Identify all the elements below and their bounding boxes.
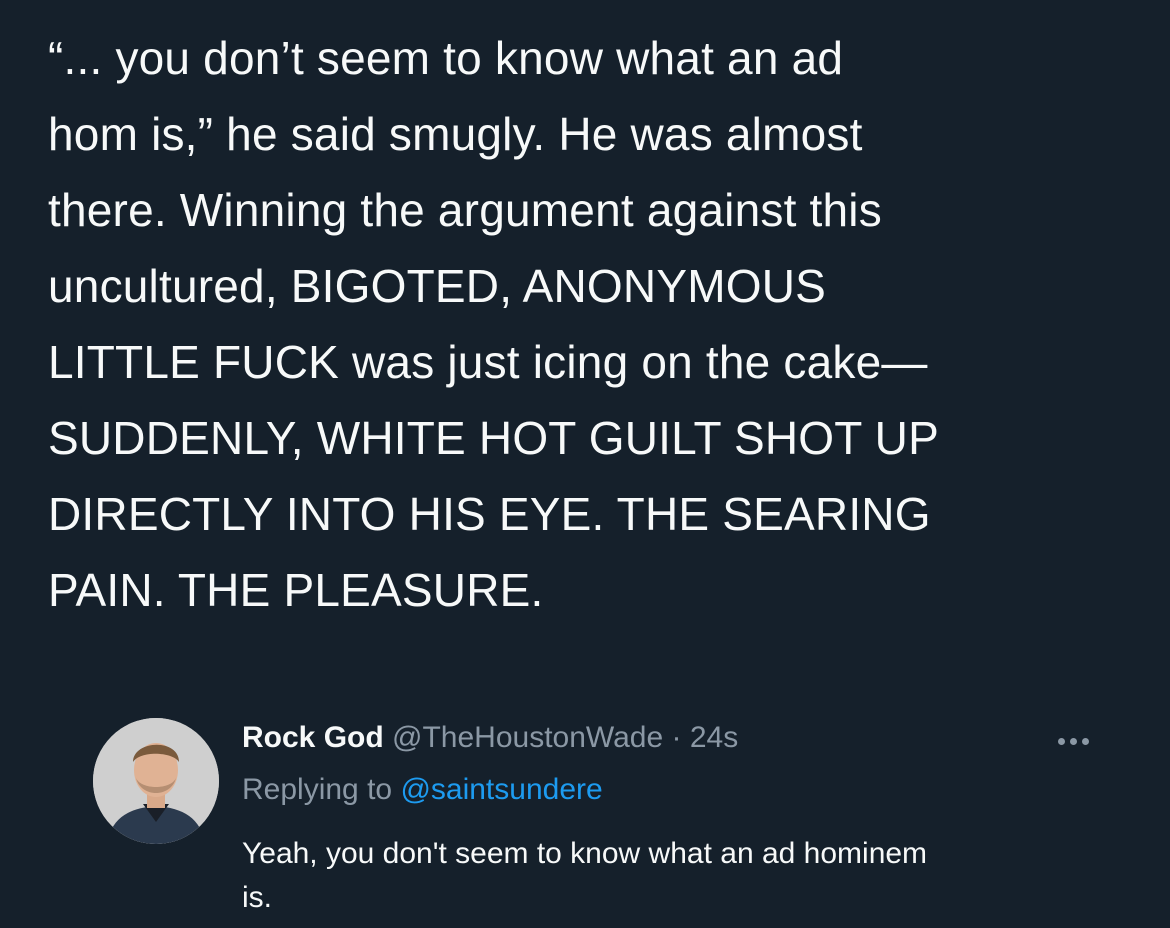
quoted-tweet-text: “... you don’t seem to know what an ad h… [48,20,1138,628]
more-horizontal-icon [1070,738,1077,745]
user-handle[interactable]: @TheHoustonWade [392,721,663,754]
reply-tweet[interactable]: Rock God @TheHoustonWade · 24s Replying … [0,700,1170,928]
replying-label: Replying to [242,773,393,806]
tweet-text-line: “... you don’t seem to know what an ad [48,32,844,84]
tweet-text-line: hom is,” he said smugly. He was almost [48,108,863,160]
replying-to: Replying to @saintsundere [242,770,603,810]
tweet-text-line: uncultured, BIGOTED, ANONYMOUS [48,260,827,312]
tweet-text-line: DIRECTLY INTO HIS EYE. THE SEARING [48,488,931,540]
separator-dot: · [671,721,682,754]
more-options-button[interactable] [1058,732,1102,745]
more-horizontal-icon [1058,738,1065,745]
reply-text: Yeah, you don't seem to know what an ad … [242,832,1122,920]
reply-header: Rock God @TheHoustonWade · 24s [242,718,738,758]
display-name[interactable]: Rock God [242,721,384,754]
tweet-text-line: SUDDENLY, WHITE HOT GUILT SHOT UP [48,412,939,464]
mention-link[interactable]: @saintsundere [400,773,602,806]
tweet-text-line: LITTLE FUCK was just icing on the cake— [48,336,928,388]
avatar[interactable] [93,718,219,844]
reply-text-line: is. [242,881,272,914]
timestamp[interactable]: 24s [690,721,738,754]
more-horizontal-icon [1082,738,1089,745]
tweet-text-line: PAIN. THE PLEASURE. [48,564,544,616]
profile-photo-icon [93,718,219,844]
tweet-text-line: there. Winning the argument against this [48,184,882,236]
reply-text-line: Yeah, you don't seem to know what an ad … [242,837,928,870]
